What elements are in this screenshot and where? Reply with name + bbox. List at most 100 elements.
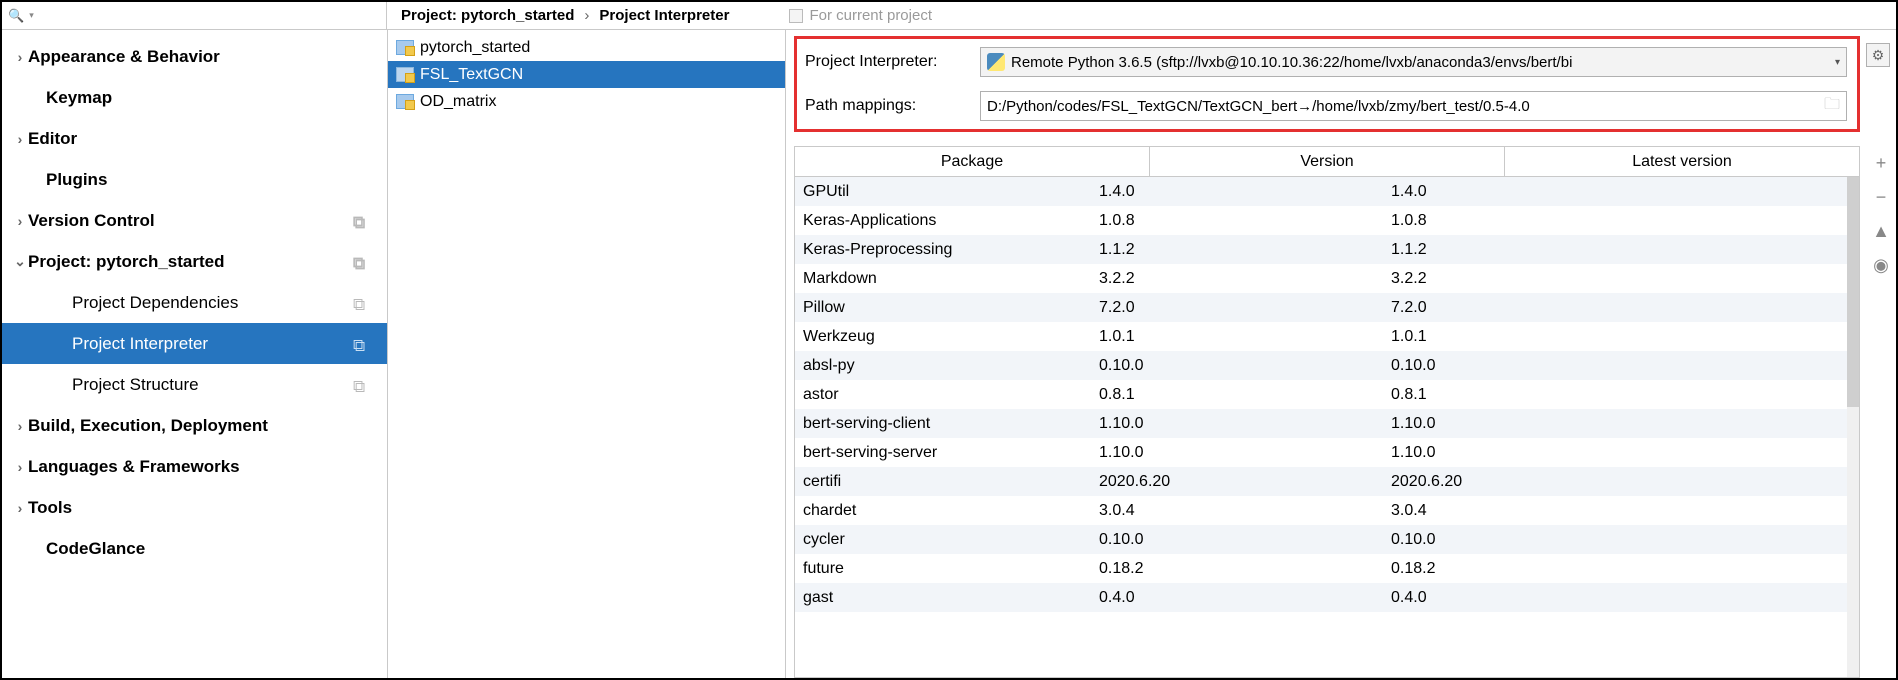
project-name: FSL_TextGCN [420,66,523,84]
table-body[interactable]: GPUtil1.4.01.4.0Keras-Applications1.0.81… [795,177,1859,677]
sidebar-item[interactable]: CodeGlance [2,528,387,569]
table-row[interactable]: GPUtil1.4.01.4.0 [795,177,1859,206]
sidebar-item-label: Appearance & Behavior [28,47,220,67]
copy-icon: ⧉ [353,213,369,229]
interpreter-value: Remote Python 3.6.5 (sftp://lvxb@10.10.1… [1011,54,1829,71]
table-row[interactable]: Keras-Applications1.0.81.0.8 [795,206,1859,235]
cell-latest: 1.0.8 [1383,212,1859,230]
search-box[interactable]: 🔍 ▾ [2,2,387,29]
chevron-right-icon: › [12,49,28,65]
cell-latest: 0.10.0 [1383,357,1859,375]
search-input[interactable] [40,8,386,24]
cell-package: bert-serving-client [795,415,1091,433]
project-folder-icon [396,94,414,109]
table-row[interactable]: Markdown3.2.23.2.2 [795,264,1859,293]
project-scope-icon [789,9,803,23]
cell-version: 1.0.8 [1091,212,1383,230]
packages-row: Package Version Latest version GPUtil 1.4… [794,136,1896,678]
table-header: Package Version Latest version [795,147,1859,177]
sidebar-item[interactable]: Plugins [2,159,387,200]
table-row[interactable]: chardet3.0.43.0.4 [795,496,1859,525]
package-toolbar: + − ▲ ◉ [1866,146,1896,678]
path-mappings-label: Path mappings: [805,97,980,115]
detail-pane: ⚙ Project Interpreter: Remote Python 3.6… [786,30,1896,678]
chevron-down-icon: ▾ [29,10,40,21]
cell-version: 0.4.0 [1091,589,1383,607]
chevron-right-icon: › [12,213,28,229]
table-row[interactable]: bert-serving-server1.10.01.10.0 [795,438,1859,467]
project-item[interactable]: pytorch_started [388,34,785,61]
cell-package: Markdown [795,270,1091,288]
cell-package: GPUtil [795,183,1091,201]
breadcrumb-separator-icon: › [574,7,599,24]
sidebar-item[interactable]: ⌄Project: pytorch_started⧉ [2,241,387,282]
chevron-right-icon: › [12,500,28,516]
table-row[interactable]: cycler0.10.00.10.0 [795,525,1859,554]
interpreter-block: Project Interpreter: Remote Python 3.6.5… [794,36,1860,132]
cell-latest: 0.4.0 [1383,589,1859,607]
sidebar-item[interactable]: Project Interpreter⧉ [2,323,387,364]
project-folder-icon [396,40,414,55]
cell-latest: 1.4.0 [1383,183,1859,201]
top-row: 🔍 ▾ Project: pytorch_started › Project I… [2,2,1896,30]
table-row[interactable]: certifi2020.6.202020.6.20 [795,467,1859,496]
cell-version: 1.10.0 [1091,415,1383,433]
table-row[interactable]: Werkzeug1.0.11.0.1 [795,322,1859,351]
scrollbar-track[interactable] [1847,177,1859,677]
chevron-down-icon: ▾ [1835,57,1840,68]
table-row[interactable]: bert-serving-client1.10.01.10.0 [795,409,1859,438]
cell-version: 2020.6.20 [1091,473,1383,491]
chevron-right-icon: › [12,459,28,475]
upgrade-package-button[interactable]: ▲ [1870,220,1892,242]
table-row[interactable]: gast0.4.00.4.0 [795,583,1859,612]
cell-latest: 0.8.1 [1383,386,1859,404]
th-package[interactable]: Package [795,147,1150,176]
project-item[interactable]: OD_matrix [388,88,785,115]
interpreter-label: Project Interpreter: [805,53,980,71]
breadcrumb-project-prefix: Project: [401,7,457,24]
table-row[interactable]: astor0.8.10.8.1 [795,380,1859,409]
path-mappings-input[interactable]: D:/Python/codes/FSL_TextGCN/TextGCN_bert… [980,91,1847,121]
sidebar-item-label: CodeGlance [46,539,145,559]
breadcrumb: Project: pytorch_started › Project Inter… [387,2,932,29]
sidebar-item[interactable]: ›Tools [2,487,387,528]
copy-icon: ⧉ [353,336,369,352]
sidebar-item[interactable]: ›Build, Execution, Deployment [2,405,387,446]
sidebar-item-label: Version Control [28,211,155,231]
sidebar-item-label: Languages & Frameworks [28,457,240,477]
sidebar-item[interactable]: ›Languages & Frameworks [2,446,387,487]
table-row[interactable]: absl-py0.10.00.10.0 [795,351,1859,380]
scrollbar-thumb[interactable] [1847,177,1859,407]
project-item[interactable]: FSL_TextGCN [388,61,785,88]
gear-button[interactable]: ⚙ [1866,43,1890,67]
cell-package: gast [795,589,1091,607]
cell-latest: 1.0.1 [1383,328,1859,346]
table-row[interactable]: Keras-Preprocessing1.1.21.1.2 [795,235,1859,264]
copy-icon: ⧉ [353,295,369,311]
show-early-releases-button[interactable]: ◉ [1870,254,1892,276]
cell-latest: 1.1.2 [1383,241,1859,259]
current-project-label: For current project [809,7,932,24]
cell-version: 3.0.4 [1091,502,1383,520]
sidebar-item[interactable]: Keymap [2,77,387,118]
cell-package: future [795,560,1091,578]
table-row[interactable]: future0.18.20.18.2 [795,554,1859,583]
add-package-button[interactable]: + [1870,152,1892,174]
cell-version: 0.10.0 [1091,531,1383,549]
sidebar-item[interactable]: Project Structure⧉ [2,364,387,405]
sidebar-item[interactable]: ›Appearance & Behavior [2,36,387,77]
cell-version: 0.10.0 [1091,357,1383,375]
main-area: ›Appearance & BehaviorKeymap›EditorPlugi… [2,30,1896,678]
sidebar-item[interactable]: ›Version Control ⧉ [2,200,387,241]
remove-package-button[interactable]: − [1870,186,1892,208]
th-latest[interactable]: Latest version [1505,147,1859,176]
sidebar-item-label: Project: pytorch_started [28,252,225,272]
project-name: pytorch_started [420,39,530,57]
sidebar-item[interactable]: Project Dependencies⧉ [2,282,387,323]
table-row[interactable]: Pillow7.2.07.2.0 [795,293,1859,322]
cell-latest: 1.10.0 [1383,444,1859,462]
th-version[interactable]: Version [1150,147,1505,176]
sidebar-item[interactable]: ›Editor [2,118,387,159]
interpreter-dropdown[interactable]: Remote Python 3.6.5 (sftp://lvxb@10.10.1… [980,47,1847,77]
packages-table: Package Version Latest version GPUtil 1.4… [794,146,1860,678]
